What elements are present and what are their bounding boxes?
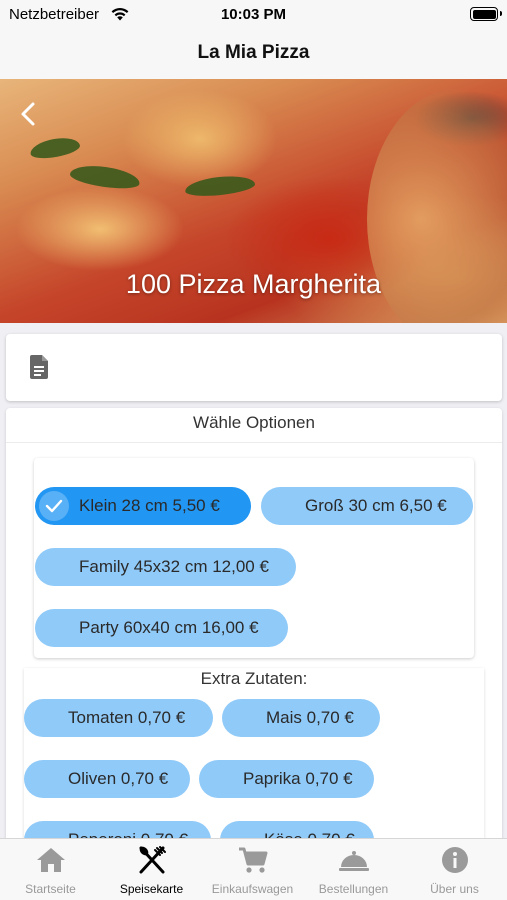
basil-leaf-decoration bbox=[28, 134, 82, 162]
divider bbox=[6, 442, 502, 443]
tab-speisekarte[interactable]: Speisekarte bbox=[101, 839, 202, 900]
size-option-label: Family 45x32 cm 12,00 € bbox=[79, 557, 269, 576]
size-option-label: Klein 28 cm 5,50 € bbox=[79, 496, 220, 515]
cart-icon bbox=[238, 847, 267, 873]
tab-bestellungen[interactable]: Bestellungen bbox=[303, 839, 404, 900]
extra-option-tomaten[interactable]: Tomaten 0,70 € bbox=[24, 699, 213, 737]
size-option-family[interactable]: Family 45x32 cm 12,00 € bbox=[35, 548, 296, 586]
tab-label: Startseite bbox=[25, 882, 76, 896]
size-option-klein[interactable]: Klein 28 cm 5,50 € bbox=[35, 487, 251, 525]
description-card[interactable] bbox=[6, 334, 502, 401]
checkmark-icon bbox=[39, 491, 69, 521]
extra-option-label: Mais 0,70 € bbox=[266, 708, 354, 727]
extra-option-label: Paprika 0,70 € bbox=[243, 769, 353, 788]
document-icon bbox=[30, 355, 48, 379]
navigation-bar: La Mia Pizza bbox=[0, 30, 507, 79]
basil-leaf-decoration bbox=[68, 162, 142, 192]
item-name: 100 Pizza Margherita bbox=[125, 269, 382, 299]
size-option-label: Party 60x40 cm 16,00 € bbox=[79, 618, 259, 637]
tab-label: Einkaufswagen bbox=[211, 882, 294, 896]
tab-startseite[interactable]: Startseite bbox=[0, 839, 101, 900]
tab-label: Bestellungen bbox=[318, 882, 389, 896]
tab-ueber-uns[interactable]: Über uns bbox=[404, 839, 505, 900]
extras-heading: Extra Zutaten: bbox=[200, 669, 308, 688]
back-button[interactable] bbox=[14, 99, 44, 129]
extra-option-oliven[interactable]: Oliven 0,70 € bbox=[24, 760, 190, 798]
battery-icon bbox=[470, 7, 502, 21]
status-bar: Netzbetreiber 10:03 PM bbox=[0, 0, 507, 30]
extra-option-mais[interactable]: Mais 0,70 € bbox=[222, 699, 380, 737]
size-option-label: Groß 30 cm 6,50 € bbox=[305, 496, 447, 515]
tab-label: Speisekarte bbox=[119, 882, 184, 896]
extra-option-label: Tomaten 0,70 € bbox=[68, 708, 186, 727]
app-title: La Mia Pizza bbox=[197, 42, 310, 63]
utensils-icon bbox=[139, 846, 166, 874]
size-option-gross[interactable]: Groß 30 cm 6,50 € bbox=[261, 487, 473, 525]
extra-option-label: Oliven 0,70 € bbox=[68, 769, 169, 788]
extra-option-paprika[interactable]: Paprika 0,70 € bbox=[199, 760, 374, 798]
size-option-party[interactable]: Party 60x40 cm 16,00 € bbox=[35, 609, 288, 647]
cloche-icon bbox=[338, 851, 369, 871]
info-icon bbox=[441, 847, 468, 873]
basil-leaf-decoration bbox=[184, 173, 256, 199]
tab-label: Über uns bbox=[430, 882, 479, 896]
tab-bar: Startseite Speisekarte Einkaufswagen Bes… bbox=[0, 838, 507, 900]
tab-einkaufswagen[interactable]: Einkaufswagen bbox=[202, 839, 303, 900]
pizza-hero-image: 100 Pizza Margherita bbox=[0, 79, 507, 323]
options-heading: Wähle Optionen bbox=[193, 413, 315, 432]
home-icon bbox=[36, 848, 65, 872]
clock: 10:03 PM bbox=[220, 6, 287, 23]
